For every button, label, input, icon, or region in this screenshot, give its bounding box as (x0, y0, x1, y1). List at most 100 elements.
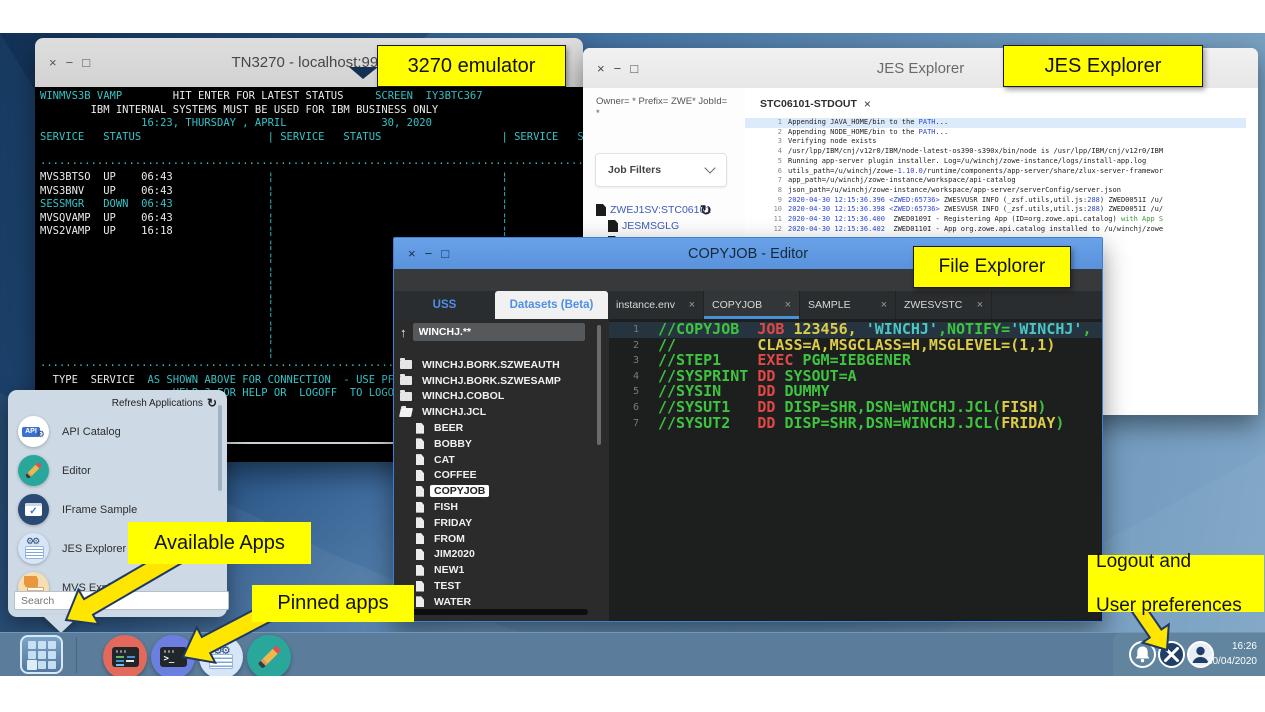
dataset-tree-item[interactable]: CAT (414, 452, 595, 468)
folder-icon (400, 392, 412, 401)
jes-owner-filter: Owner= * Prefix= ZWE* JobId= * (583, 88, 745, 120)
app-icon (18, 455, 49, 486)
tree-horizontal-scrollbar[interactable] (398, 609, 588, 615)
file-icon (416, 581, 424, 592)
file-icon (416, 533, 424, 544)
file-icon (416, 423, 424, 434)
file-icon (416, 517, 424, 528)
tab-datasets[interactable]: Datasets (Beta) (495, 291, 608, 319)
app-search-input[interactable] (14, 591, 229, 610)
close-tab-icon[interactable]: × (864, 97, 871, 111)
jes-output-tab[interactable]: STC06101-STDOUT × (760, 97, 871, 111)
callout-label-file-explorer: File Explorer (913, 246, 1071, 288)
editor-file-tab[interactable]: ZWESVSTC × (896, 291, 992, 319)
code-editor-area[interactable]: 1//COPYJOB JOB 123456, 'WINCHJ',NOTIFY='… (609, 319, 1102, 621)
app-icon (18, 416, 49, 447)
tab-uss[interactable]: USS (394, 291, 495, 319)
start-menu-button[interactable] (20, 635, 63, 674)
dataset-tree-item[interactable]: FRIDAY (414, 515, 595, 531)
folder-icon (399, 408, 413, 417)
editor-file-tab[interactable]: instance.env × (608, 291, 704, 319)
callout-label-jes-explorer: JES Explorer (1003, 45, 1203, 87)
folder-icon (400, 360, 412, 369)
dataset-tree-item[interactable]: NEW1 (414, 562, 595, 578)
launcher-app-item[interactable]: API Catalog (18, 412, 137, 451)
launcher-app-item[interactable]: IFrame Sample (18, 490, 137, 529)
file-icon (416, 486, 424, 497)
dataset-tree-item[interactable]: WATER (414, 594, 595, 610)
callout-label-logout: Logout and User preferences (1088, 555, 1264, 612)
app-launcher-popup: Refresh Applications ↻ API Catalog Edito… (8, 390, 227, 617)
close-tab-icon[interactable]: × (977, 299, 983, 311)
jes-log-view: 1Appending JAVA_HOME/bin to the PATH...2… (745, 118, 1246, 234)
dataset-tree-item[interactable]: JIM2020 (414, 547, 595, 563)
editor-file-tab[interactable]: COPYJOB × (704, 291, 800, 319)
editor-file-tab[interactable]: SAMPLE × (800, 291, 896, 319)
file-icon (416, 596, 424, 607)
folder-icon (400, 376, 412, 385)
file-icon (416, 438, 424, 449)
job-output-icon (596, 204, 606, 216)
chevron-down-icon (704, 162, 715, 173)
pinned-app-icon (206, 644, 236, 670)
launcher-pointer (42, 615, 80, 633)
dataset-tree-item[interactable]: WINCHJ.JCL (400, 404, 595, 420)
dataset-tree-item[interactable]: FISH (414, 499, 595, 515)
file-icon (416, 549, 424, 560)
zowe-desktop: × − □ TN3270 - localhost:992 WINMVS3B VA… (0, 33, 1265, 676)
pinned-app-button[interactable] (247, 635, 291, 676)
job-filters-dropdown[interactable]: Job Filters (595, 153, 727, 187)
dataset-tree-panel: ↑ WINCHJ.BORK.SZWEAUTH WINCHJ.BORK.SZWES… (394, 319, 609, 621)
dataset-tree-item[interactable]: BOBBY (414, 436, 595, 452)
callout-label-pinned-apps: Pinned apps (252, 585, 414, 622)
system-tray: 16:26 30/04/2020 (1113, 633, 1265, 676)
launcher-app-item[interactable]: JES Explorer (18, 529, 137, 568)
jes-job-node[interactable]: ZWEJ1SV:STC06101 (596, 202, 711, 218)
dataset-tree-item[interactable]: COPYJOB (414, 483, 595, 499)
notifications-bell-icon[interactable] (1128, 640, 1157, 669)
app-list: API Catalog Editor IFrame Sample JES Exp… (18, 412, 137, 607)
pinned-apps (103, 635, 291, 676)
editor-tabs-row: USS Datasets (Beta) instance.env × COPYJ… (394, 291, 1102, 319)
jes-spool-file[interactable]: JESMSGLG (608, 218, 711, 234)
dataset-tree: WINCHJ.BORK.SZWEAUTH WINCHJ.BORK.SZWESAM… (400, 357, 595, 610)
pinned-app-button[interactable] (103, 635, 147, 676)
refresh-icon: ↻ (207, 396, 217, 410)
close-tab-icon[interactable]: × (785, 299, 791, 311)
up-directory-icon[interactable]: ↑ (400, 325, 407, 340)
launcher-app-item[interactable]: Editor (18, 451, 137, 490)
refresh-applications-button[interactable]: Refresh Applications ↻ (112, 396, 217, 410)
refresh-job-icon[interactable]: ↻ (700, 202, 712, 219)
taskbar: 16:26 30/04/2020 (0, 632, 1265, 676)
dataset-tree-item[interactable]: COFFEE (414, 468, 595, 484)
editor-window: × − □ COPYJOB - Editor USS Datasets (Bet… (393, 237, 1103, 622)
pinned-app-icon (160, 647, 187, 667)
callout-label-available-apps: Available Apps (128, 522, 311, 564)
slide-canvas: × − □ TN3270 - localhost:992 WINMVS3B VA… (0, 0, 1265, 712)
spool-file-icon (608, 220, 618, 232)
dataset-tree-item[interactable]: FROM (414, 531, 595, 547)
pinned-app-icon (112, 647, 139, 667)
pinned-app-button[interactable] (151, 635, 195, 676)
taskbar-divider (76, 637, 77, 673)
tree-vertical-scrollbar[interactable] (597, 325, 601, 445)
callout-label-emulator: 3270 emulator (377, 45, 566, 87)
pinned-app-icon (257, 645, 280, 668)
dataset-tree-item[interactable]: WINCHJ.BORK.SZWESAMP (400, 373, 595, 389)
dataset-tree-item[interactable]: WINCHJ.COBOL (400, 389, 595, 405)
file-icon (416, 454, 424, 465)
close-tab-icon[interactable]: × (881, 299, 887, 311)
dataset-tree-item[interactable]: TEST (414, 578, 595, 594)
pinned-app-button[interactable] (199, 635, 243, 676)
dataset-tree-item[interactable]: BEER (414, 420, 595, 436)
dataset-filter-input[interactable] (413, 323, 585, 341)
file-icon (416, 565, 424, 576)
app-grid-icon (28, 641, 56, 669)
settings-tools-icon[interactable] (1157, 640, 1186, 669)
app-icon (18, 494, 49, 525)
dataset-tree-item[interactable]: WINCHJ.BORK.SZWEAUTH (400, 357, 595, 373)
file-icon (416, 502, 424, 513)
app-icon (18, 533, 49, 564)
close-tab-icon[interactable]: × (689, 299, 695, 311)
launcher-scrollbar[interactable] (218, 405, 222, 491)
